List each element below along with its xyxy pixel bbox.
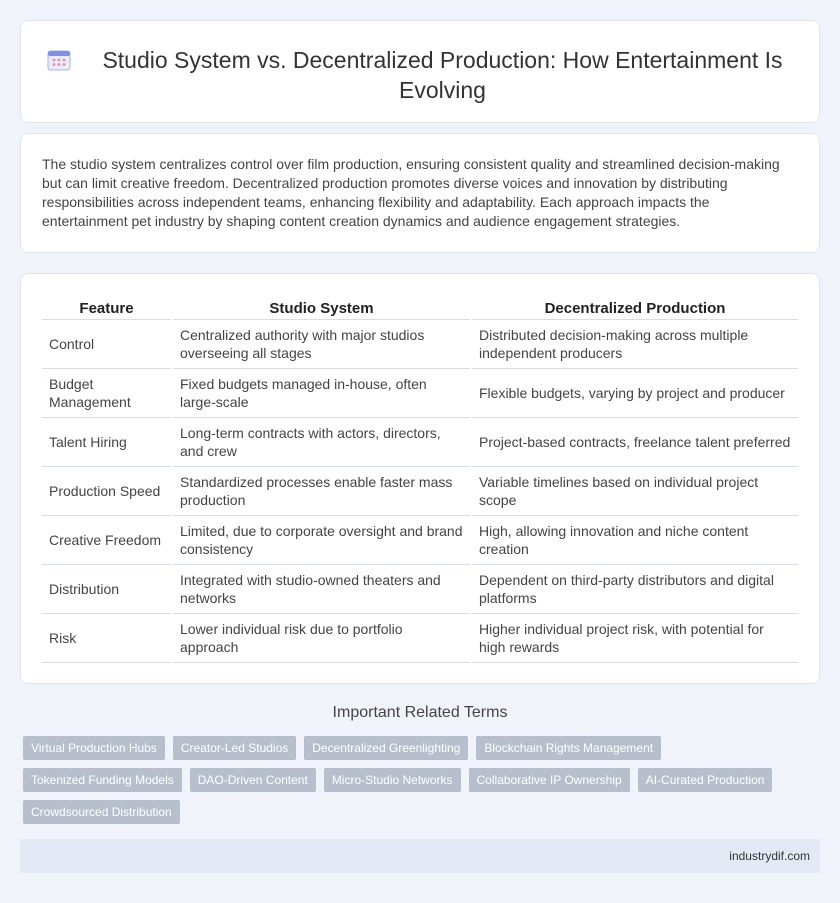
feature-cell: Risk	[42, 613, 172, 663]
feature-cell: Talent Hiring	[42, 417, 172, 467]
studio-cell: Fixed budgets managed in-house, often la…	[171, 368, 471, 418]
related-term-tag[interactable]: Blockchain Rights Management	[476, 736, 662, 760]
table-row: Risk Lower individual risk due to portfo…	[42, 613, 798, 663]
related-term-tag[interactable]: Creator-Led Studios	[172, 736, 297, 760]
decentralized-cell: Flexible budgets, varying by project and…	[470, 368, 798, 418]
decentralized-cell: Dependent on third-party distributors an…	[470, 564, 798, 614]
decentralized-cell: Variable timelines based on individual p…	[470, 466, 798, 516]
header-decentralized: Decentralized Production	[470, 297, 798, 320]
table-header-row: Feature Studio System Decentralized Prod…	[42, 297, 798, 320]
table-row: Budget Management Fixed budgets managed …	[42, 368, 798, 418]
related-term-tag[interactable]: AI-Curated Production	[637, 768, 773, 792]
decentralized-cell: Project-based contracts, freelance talen…	[470, 417, 798, 467]
feature-cell: Creative Freedom	[42, 515, 172, 565]
related-term-tag[interactable]: Crowdsourced Distribution	[23, 800, 180, 824]
comparison-card: Feature Studio System Decentralized Prod…	[20, 273, 820, 684]
comparison-table: Feature Studio System Decentralized Prod…	[42, 297, 798, 663]
related-term-tag[interactable]: DAO-Driven Content	[189, 768, 316, 792]
related-term-tag[interactable]: Micro-Studio Networks	[323, 768, 461, 792]
related-term-tag[interactable]: Collaborative IP Ownership	[468, 768, 630, 792]
studio-cell: Long-term contracts with actors, directo…	[171, 417, 471, 467]
related-terms-list: Virtual Production Hubs Creator-Led Stud…	[23, 736, 813, 824]
table-row: Control Centralized authority with major…	[42, 319, 798, 369]
decentralized-cell: High, allowing innovation and niche cont…	[470, 515, 798, 565]
calendar-grid-icon	[47, 48, 71, 72]
studio-cell: Limited, due to corporate oversight and …	[171, 515, 471, 565]
footer: industrydif.com	[20, 839, 820, 873]
table-row: Production Speed Standardized processes …	[42, 466, 798, 516]
intro-card: The studio system centralizes control ov…	[20, 133, 820, 253]
feature-cell: Control	[42, 319, 172, 369]
related-term-tag[interactable]: Tokenized Funding Models	[23, 768, 182, 792]
feature-cell: Budget Management	[42, 368, 172, 418]
feature-cell: Production Speed	[42, 466, 172, 516]
intro-paragraph: The studio system centralizes control ov…	[42, 156, 780, 229]
studio-cell: Standardized processes enable faster mas…	[171, 466, 471, 516]
feature-cell: Distribution	[42, 564, 172, 614]
decentralized-cell: Higher individual project risk, with pot…	[470, 613, 798, 663]
related-term-tag[interactable]: Decentralized Greenlighting	[304, 736, 469, 760]
header-studio-system: Studio System	[171, 297, 471, 320]
studio-cell: Integrated with studio-owned theaters an…	[171, 564, 471, 614]
related-terms-heading: Important Related Terms	[332, 704, 508, 721]
studio-cell: Centralized authority with major studios…	[171, 319, 471, 369]
related-term-tag[interactable]: Virtual Production Hubs	[23, 736, 165, 760]
table-row: Creative Freedom Limited, due to corpora…	[42, 515, 798, 565]
title-card: Studio System vs. Decentralized Producti…	[20, 20, 820, 123]
header-feature: Feature	[42, 297, 172, 320]
decentralized-cell: Distributed decision-making across multi…	[470, 319, 798, 369]
page-title: Studio System vs. Decentralized Producti…	[102, 47, 783, 103]
table-row: Talent Hiring Long-term contracts with a…	[42, 417, 798, 467]
studio-cell: Lower individual risk due to portfolio a…	[171, 613, 471, 663]
footer-site-link[interactable]: industrydif.com	[729, 849, 810, 863]
table-row: Distribution Integrated with studio-owne…	[42, 564, 798, 614]
